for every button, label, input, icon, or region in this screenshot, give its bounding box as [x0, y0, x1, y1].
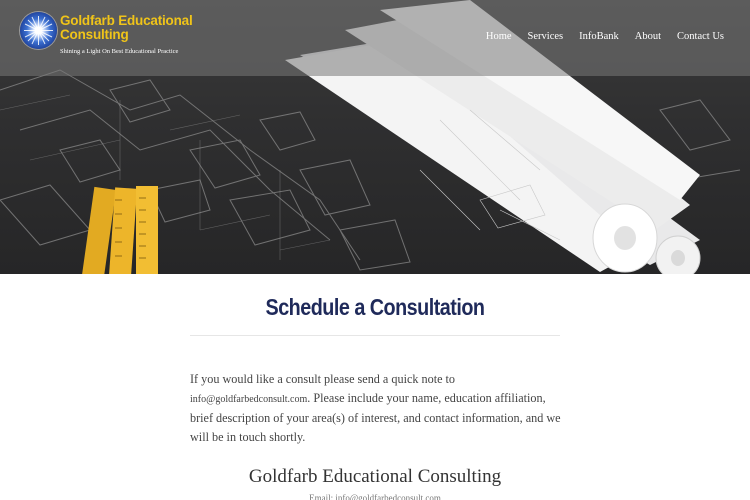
email-link[interactable]: info@goldfarbedconsult.com	[190, 394, 307, 405]
nav-about[interactable]: About	[635, 31, 661, 42]
logo-tagline: Shining a Light On Best Educational Prac…	[60, 48, 179, 55]
sunburst-logo-icon	[20, 12, 57, 49]
footer-subtitle: Email: info@goldfarbedconsult.com	[309, 493, 441, 500]
main-content: Schedule a Consultation If you would lik…	[0, 274, 750, 500]
nav-services[interactable]: Services	[528, 31, 564, 42]
body-text-before: If you would like a consult please send …	[190, 372, 456, 386]
logo-title: Goldfarb Educational Consulting	[60, 14, 220, 42]
logo-title-line2: Consulting	[60, 27, 129, 42]
main-nav: Home Services InfoBank About Contact Us	[470, 31, 724, 42]
site-header: Goldfarb Educational Consulting Shining …	[0, 0, 750, 76]
page-title: Schedule a Consultation	[265, 294, 485, 320]
consult-instructions: If you would like a consult please send …	[190, 370, 570, 447]
footer-title: Goldfarb Educational Consulting	[248, 466, 502, 487]
nav-home[interactable]: Home	[486, 31, 512, 42]
nav-infobank[interactable]: InfoBank	[579, 31, 619, 42]
nav-contact-us[interactable]: Contact Us	[677, 31, 724, 42]
logo-title-line1: Goldfarb Educational	[60, 13, 193, 28]
site-logo[interactable]: Goldfarb Educational Consulting Shining …	[20, 12, 220, 62]
title-divider	[190, 335, 560, 336]
